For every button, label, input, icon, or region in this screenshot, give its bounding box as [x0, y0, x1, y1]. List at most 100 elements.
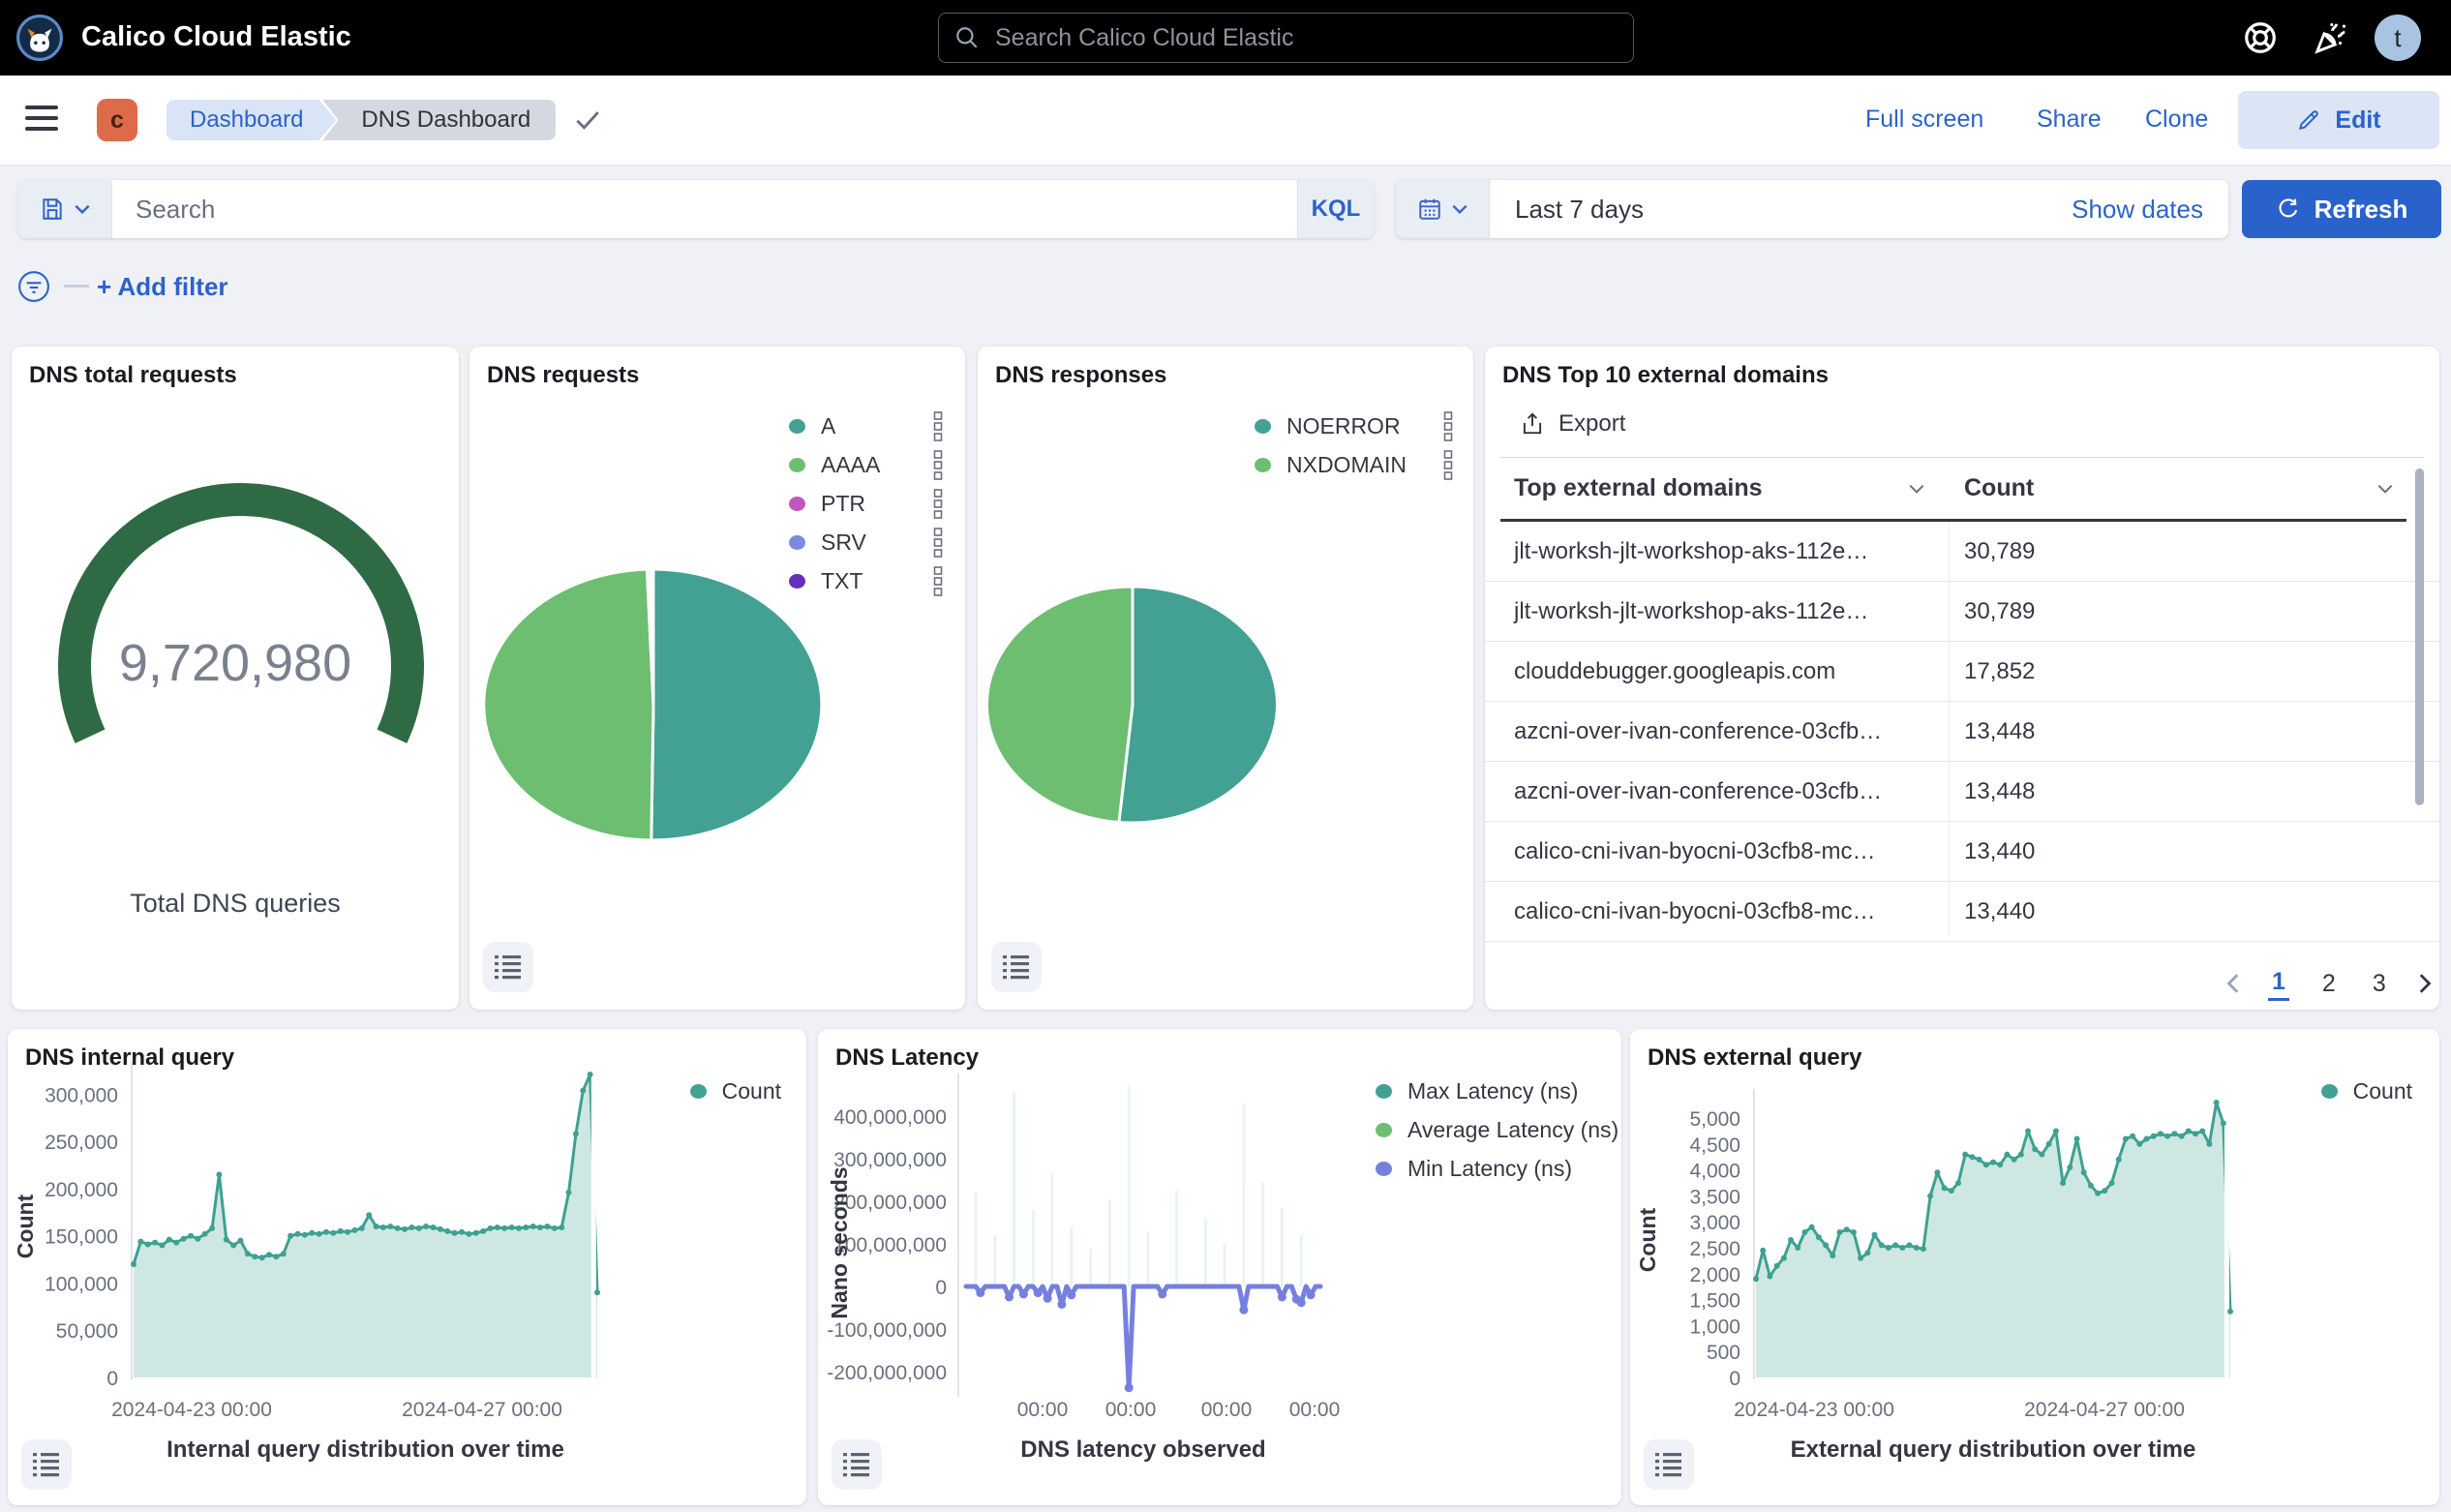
- legend-item-aaaa[interactable]: AAAA: [789, 445, 944, 484]
- legend-toggle-button[interactable]: [483, 942, 533, 992]
- legend-item-count[interactable]: Count: [2321, 1077, 2412, 1104]
- svg-text:00:00: 00:00: [1201, 1399, 1253, 1421]
- legend-swatch: [789, 419, 805, 434]
- panel-dns-responses: DNS responses NOERROR NXDOMAIN: [978, 347, 1473, 1010]
- svg-text:2,000: 2,000: [1689, 1264, 1740, 1286]
- page-button-1[interactable]: 1: [2268, 966, 2289, 1001]
- legend-actions-icon[interactable]: [932, 565, 944, 596]
- svg-text:00:00: 00:00: [1105, 1399, 1157, 1421]
- news-party-popper-icon[interactable]: [2313, 19, 2349, 56]
- user-avatar[interactable]: t: [2375, 15, 2421, 61]
- column-header-domains[interactable]: Top external domains: [1514, 474, 1763, 502]
- legend-swatch: [1255, 458, 1271, 472]
- svg-text:3,000: 3,000: [1689, 1212, 1740, 1234]
- add-filter-button[interactable]: + Add filter: [97, 272, 228, 302]
- svg-text:00:00: 00:00: [1289, 1399, 1341, 1421]
- global-search-input[interactable]: [993, 23, 1618, 53]
- edit-button[interactable]: Edit: [2238, 91, 2439, 149]
- svg-text:0: 0: [935, 1277, 947, 1299]
- table-scrollbar[interactable]: [2415, 469, 2424, 805]
- panel-dns-top-external-domains: DNS Top 10 external domains Export Top e…: [1485, 347, 2439, 1010]
- svg-text:4,000: 4,000: [1689, 1161, 1740, 1183]
- legend-actions-icon[interactable]: [1442, 449, 1454, 480]
- filter-icon[interactable]: [17, 270, 50, 303]
- refresh-button[interactable]: Refresh: [2242, 180, 2441, 238]
- svg-text:2,500: 2,500: [1689, 1238, 1740, 1260]
- legend-swatch: [1376, 1162, 1392, 1176]
- table-pagination: 123: [2225, 966, 2433, 1001]
- legend-toggle-button[interactable]: [832, 1439, 882, 1490]
- page-button-2[interactable]: 2: [2318, 968, 2340, 1000]
- legend-toggle-button[interactable]: [21, 1439, 72, 1490]
- cell-domain: calico-cni-ivan-byocni-03cfb8-mc…: [1514, 898, 1875, 925]
- legend-item-srv[interactable]: SRV: [789, 523, 944, 561]
- global-search[interactable]: [938, 13, 1634, 63]
- gauge-value: 9,720,980: [12, 633, 459, 693]
- dns-responses-legend: NOERROR NXDOMAIN: [1255, 407, 1454, 484]
- show-dates-button[interactable]: Show dates: [2072, 195, 2228, 225]
- share-button[interactable]: Share: [2037, 106, 2102, 134]
- list-icon: [1655, 1452, 1682, 1477]
- saved-query-menu-button[interactable]: [18, 180, 112, 238]
- cell-domain: azcni-over-ivan-conference-03cfb…: [1514, 778, 1882, 805]
- cell-domain: jlt-worksh-jlt-workshop-aks-112e…: [1514, 538, 1868, 565]
- table-row: calico-cni-ivan-byocni-03cfb8-mc…13,440: [1485, 822, 2439, 882]
- export-button[interactable]: Export: [1520, 410, 1625, 438]
- kql-search-input[interactable]: [112, 195, 1297, 225]
- legend-item-nxdomain[interactable]: NXDOMAIN: [1255, 445, 1454, 484]
- table-row: jlt-worksh-jlt-workshop-aks-112e…30,789: [1485, 582, 2439, 642]
- svg-text:External query distribution ov: External query distribution over time: [1791, 1436, 2196, 1463]
- dns-requests-legend: A AAAA PTR SRV TXT: [789, 407, 944, 600]
- clone-button[interactable]: Clone: [2145, 106, 2208, 134]
- internal-query-legend: Count: [690, 1077, 781, 1104]
- legend-item-max-latency-ns-[interactable]: Max Latency (ns): [1376, 1072, 1614, 1110]
- export-button-label: Export: [1558, 410, 1625, 438]
- svg-text:Internal query distribution ov: Internal query distribution over time: [166, 1436, 564, 1463]
- legend-item-min-latency-ns-[interactable]: Min Latency (ns): [1376, 1149, 1614, 1188]
- next-page-button[interactable]: [2419, 973, 2433, 994]
- external-query-legend: Count: [2321, 1077, 2412, 1104]
- svg-text:Count: Count: [1635, 1207, 1660, 1272]
- calendar-icon: [1417, 197, 1442, 222]
- legend-swatch: [1376, 1123, 1392, 1137]
- legend-item-noerror[interactable]: NOERROR: [1255, 407, 1454, 445]
- legend-label: PTR: [821, 491, 865, 517]
- previous-page-button[interactable]: [2225, 973, 2239, 994]
- date-quick-menu-button[interactable]: [1396, 180, 1490, 238]
- time-range-value[interactable]: Last 7 days: [1490, 195, 2072, 225]
- legend-label: NXDOMAIN: [1286, 452, 1407, 478]
- calico-logo-icon[interactable]: [15, 14, 64, 62]
- cell-count: 13,448: [1964, 718, 2035, 745]
- date-picker: Last 7 days Show dates: [1396, 180, 2228, 238]
- pencil-icon: [2296, 107, 2321, 133]
- cell-count: 30,789: [1964, 598, 2035, 625]
- legend-toggle-button[interactable]: [1644, 1439, 1694, 1490]
- column-header-count[interactable]: Count: [1964, 474, 2034, 502]
- breadcrumb-dns-dashboard[interactable]: DNS Dashboard: [322, 100, 556, 140]
- legend-actions-icon[interactable]: [932, 488, 944, 519]
- sort-chevron-icon: [1909, 484, 1924, 494]
- legend-toggle-button[interactable]: [991, 942, 1042, 992]
- legend-item-ptr[interactable]: PTR: [789, 484, 944, 523]
- workspace-badge[interactable]: c: [97, 99, 137, 141]
- legend-label: SRV: [821, 529, 866, 556]
- legend-item-average-latency-ns-[interactable]: Average Latency (ns): [1376, 1110, 1614, 1149]
- full-screen-button[interactable]: Full screen: [1865, 106, 1983, 134]
- breadcrumb-dashboard[interactable]: Dashboard: [166, 100, 336, 140]
- svg-text:Nano seconds: Nano seconds: [827, 1166, 852, 1318]
- legend-swatch: [789, 458, 805, 472]
- legend-item-count[interactable]: Count: [690, 1077, 781, 1104]
- cell-count: 13,440: [1964, 838, 2035, 865]
- legend-actions-icon[interactable]: [1442, 410, 1454, 441]
- legend-item-a[interactable]: A: [789, 407, 944, 445]
- legend-actions-icon[interactable]: [932, 449, 944, 480]
- legend-actions-icon[interactable]: [932, 410, 944, 441]
- menu-hamburger-icon[interactable]: [25, 106, 58, 135]
- legend-actions-icon[interactable]: [932, 527, 944, 558]
- legend-swatch: [1376, 1084, 1392, 1099]
- svg-text:5,000: 5,000: [1689, 1108, 1740, 1131]
- help-life-ring-icon[interactable]: [2242, 19, 2279, 56]
- legend-item-txt[interactable]: TXT: [789, 561, 944, 600]
- query-language-button[interactable]: KQL: [1297, 180, 1374, 238]
- page-button-3[interactable]: 3: [2369, 968, 2390, 1000]
